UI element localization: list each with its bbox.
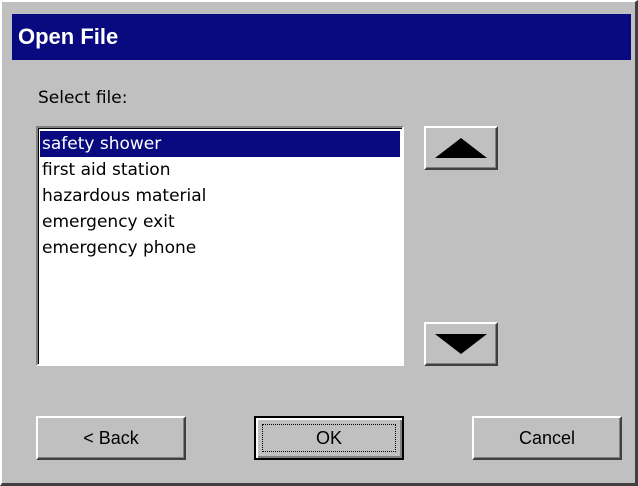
file-listbox[interactable]: safety shower first aid station hazardou…	[36, 126, 404, 366]
scroll-up-button[interactable]	[424, 126, 498, 170]
scroll-down-button[interactable]	[424, 322, 498, 366]
triangle-up-icon	[435, 138, 487, 158]
list-item[interactable]: emergency phone	[40, 235, 400, 261]
back-button[interactable]: < Back	[36, 416, 186, 460]
list-item[interactable]: hazardous material	[40, 183, 400, 209]
open-file-dialog: Open File Select file: safety shower fir…	[0, 0, 638, 486]
ok-button-label: OK	[315, 428, 342, 448]
select-file-label: Select file:	[38, 88, 128, 108]
dialog-title: Open File	[12, 14, 631, 60]
list-item[interactable]: safety shower	[40, 131, 400, 157]
ok-button[interactable]: OK	[254, 416, 404, 460]
cancel-button-label: Cancel	[518, 428, 576, 448]
list-item[interactable]: first aid station	[40, 157, 400, 183]
cancel-button[interactable]: Cancel	[472, 416, 622, 460]
list-item[interactable]: emergency exit	[40, 209, 400, 235]
back-button-label: < Back	[83, 428, 139, 448]
triangle-down-icon	[435, 334, 487, 354]
